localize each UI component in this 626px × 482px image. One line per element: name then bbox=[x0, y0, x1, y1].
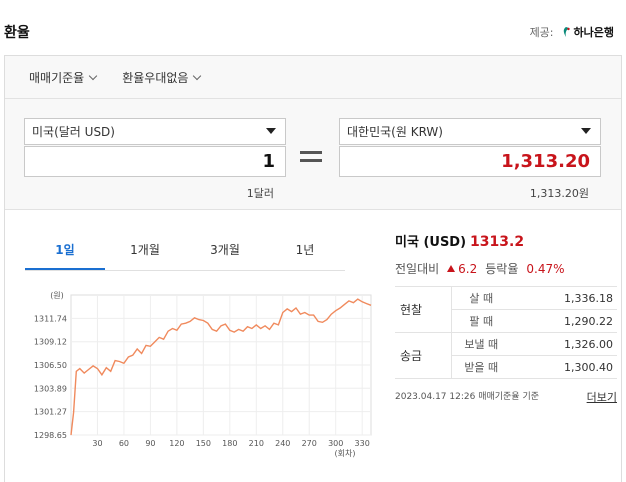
preferential-label: 환율우대없음 bbox=[122, 70, 189, 85]
chevron-down-icon bbox=[193, 71, 202, 80]
tab-1month[interactable]: 1개월 bbox=[105, 237, 185, 270]
table-row: 현찰 살 때 1,336.18 bbox=[395, 286, 617, 333]
sell-label: 팔 때 bbox=[450, 309, 511, 333]
buy-value: 1,336.18 bbox=[511, 286, 617, 310]
hana-bank-logo-icon bbox=[563, 27, 570, 37]
x-tick-label: 180 bbox=[222, 439, 237, 448]
x-tick-label: 150 bbox=[196, 439, 211, 448]
change-label: 전일대비 bbox=[395, 262, 440, 276]
receive-value: 1,300.40 bbox=[511, 355, 617, 379]
to-currency-select[interactable]: 대한민국(원 KRW) bbox=[339, 118, 601, 145]
to-amount-input[interactable]: 1,313.20 bbox=[339, 146, 601, 177]
period-tabs: 1일 1개월 3개월 1년 bbox=[25, 237, 345, 271]
timestamp: 2023.04.17 12:26 매매기준율 기준 bbox=[395, 392, 540, 402]
arrow-up-icon bbox=[447, 265, 456, 272]
rates-table: 현찰 살 때 1,336.18 팔 때 1,290.22 송금 보낼 때 1,3… bbox=[395, 286, 617, 379]
rate-of-change-label: 등락율 bbox=[485, 262, 519, 276]
rate-chart: 1311.74 1309.12 1306.50 1303.89 1301.27 1298.… bbox=[34, 291, 372, 458]
rate-summary: 미국 (USD) 1313.2 전일대비 6.2 등락율 0.47% bbox=[395, 231, 617, 277]
provider-name: 하나은행 bbox=[573, 26, 614, 39]
rate-basis-label: 매매기준율 bbox=[29, 70, 85, 85]
x-tick-label: 210 bbox=[249, 439, 264, 448]
from-amount-text: 1달러 bbox=[246, 187, 274, 200]
options-bar: 매매기준율 환율우대없음 bbox=[5, 56, 621, 99]
x-tick-label: 240 bbox=[275, 439, 290, 448]
y-unit-label: (원) bbox=[50, 291, 64, 300]
y-tick-label: 1306.50 bbox=[34, 361, 67, 370]
transfer-group-label: 송금 bbox=[395, 332, 451, 379]
x-tick-label: 30 bbox=[92, 439, 102, 448]
tab-1day[interactable]: 1일 bbox=[25, 237, 105, 270]
from-currency-label: 미국(달러 USD) bbox=[32, 125, 115, 139]
provider-info: 제공: 하나은행 bbox=[530, 24, 614, 40]
to-currency-label: 대한민국(원 KRW) bbox=[347, 125, 443, 139]
exchange-panel: 매매기준율 환율우대없음 미국(달러 USD) 1 1달러 대한민국(원 KRW… bbox=[4, 55, 622, 482]
change-line: 전일대비 6.2 등락율 0.47% bbox=[395, 260, 617, 277]
tab-3month[interactable]: 3개월 bbox=[185, 237, 265, 270]
cash-group-label: 현찰 bbox=[395, 286, 451, 333]
provider-label: 제공: bbox=[529, 26, 554, 39]
table-row: 송금 보낼 때 1,326.00 bbox=[395, 332, 617, 379]
tab-1year[interactable]: 1년 bbox=[265, 237, 345, 270]
currency-name: 미국 (USD) bbox=[395, 235, 467, 250]
caret-down-icon bbox=[581, 128, 591, 134]
x-tick-label: 90 bbox=[145, 439, 155, 448]
more-link[interactable]: 더보기 bbox=[587, 389, 617, 405]
from-amount-input[interactable]: 1 bbox=[24, 146, 286, 177]
change-value: 6.2 bbox=[458, 261, 478, 276]
y-tick-label: 1309.12 bbox=[34, 338, 67, 347]
x-tick-label: 330 bbox=[355, 439, 370, 448]
preferential-dropdown[interactable]: 환율우대없음 bbox=[122, 69, 202, 86]
current-rate: 1313.2 bbox=[470, 234, 525, 250]
x-tick-label: 300 bbox=[328, 439, 343, 448]
x-tick-label: 270 bbox=[302, 439, 317, 448]
x-tick-label: 120 bbox=[169, 439, 184, 448]
send-value: 1,326.00 bbox=[511, 332, 617, 356]
x-tick-label: 60 bbox=[119, 439, 129, 448]
from-currency-select[interactable]: 미국(달러 USD) bbox=[24, 118, 286, 145]
provider-logo: 하나은행 bbox=[560, 24, 614, 40]
x-unit-label: (회차) bbox=[335, 449, 356, 458]
y-tick-label: 1301.27 bbox=[34, 408, 67, 417]
equals-icon bbox=[300, 151, 322, 167]
y-tick-label: 1303.89 bbox=[34, 384, 67, 393]
rate-of-change-value: 0.47% bbox=[526, 261, 565, 276]
receive-label: 받을 때 bbox=[450, 355, 511, 379]
page-title: 환율 bbox=[4, 25, 30, 41]
y-tick-label: 1311.74 bbox=[34, 314, 67, 323]
converter: 미국(달러 USD) 1 1달러 대한민국(원 KRW) 1,313.20 1,… bbox=[5, 99, 621, 210]
y-tick-label: 1298.65 bbox=[34, 431, 67, 440]
sell-value: 1,290.22 bbox=[511, 309, 617, 333]
send-label: 보낼 때 bbox=[450, 332, 511, 356]
rate-basis-dropdown[interactable]: 매매기준율 bbox=[29, 69, 98, 86]
buy-label: 살 때 bbox=[450, 286, 511, 310]
to-amount-text: 1,313.20원 bbox=[529, 187, 589, 200]
chevron-down-icon bbox=[88, 71, 98, 80]
caret-down-icon bbox=[266, 128, 276, 134]
footer: 2023.04.17 12:26 매매기준율 기준 더보기 bbox=[395, 389, 617, 405]
